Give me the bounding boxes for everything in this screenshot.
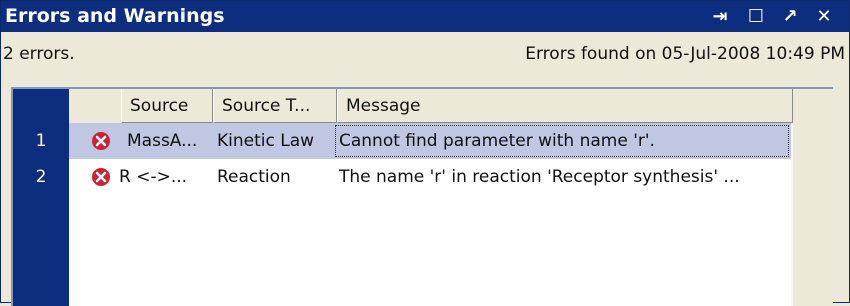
error-count: 2 errors. bbox=[3, 44, 75, 64]
source-type-cell: Kinetic Law bbox=[217, 131, 315, 151]
maximize-icon[interactable]: ☐ bbox=[743, 4, 769, 28]
source-type-cell: Reaction bbox=[217, 167, 291, 187]
errors-table: Source Source T... Message 1 MassA... Ki… bbox=[11, 87, 833, 306]
column-header-source-type[interactable]: Source T... bbox=[213, 89, 337, 123]
row-number[interactable]: 2 bbox=[13, 159, 69, 195]
column-header-source[interactable]: Source bbox=[121, 89, 213, 123]
table-right-margin bbox=[793, 89, 833, 306]
errors-and-warnings-panel: Errors and Warnings ⇥ ☐ ↗ ✕ 2 errors. Er… bbox=[0, 0, 850, 306]
source-cell: R <->... bbox=[119, 167, 188, 187]
pin-icon[interactable]: ⇥ bbox=[707, 4, 733, 28]
error-icon bbox=[92, 168, 110, 186]
row-number[interactable]: 1 bbox=[13, 123, 69, 159]
undock-icon[interactable]: ↗ bbox=[777, 4, 803, 28]
errors-found-timestamp: Errors found on 05-Jul-2008 10:49 PM bbox=[525, 44, 845, 64]
message-cell: Cannot find parameter with name 'r'. bbox=[339, 131, 655, 151]
row-header-column bbox=[13, 89, 69, 306]
title-bar: Errors and Warnings ⇥ ☐ ↗ ✕ bbox=[1, 1, 849, 32]
window-title: Errors and Warnings bbox=[5, 5, 225, 27]
error-icon bbox=[92, 132, 110, 150]
close-icon[interactable]: ✕ bbox=[811, 4, 837, 28]
table-row[interactable]: R <->... Reaction The name 'r' in reacti… bbox=[69, 159, 791, 195]
source-cell: MassA... bbox=[127, 131, 198, 151]
table-empty-area bbox=[69, 195, 791, 306]
column-header-message[interactable]: Message bbox=[337, 89, 793, 123]
status-bar: 2 errors. Errors found on 05-Jul-2008 10… bbox=[1, 32, 849, 78]
table-row[interactable]: MassA... Kinetic Law Cannot find paramet… bbox=[69, 123, 791, 159]
table-corner bbox=[69, 89, 122, 124]
message-cell: The name 'r' in reaction 'Receptor synth… bbox=[339, 167, 740, 187]
